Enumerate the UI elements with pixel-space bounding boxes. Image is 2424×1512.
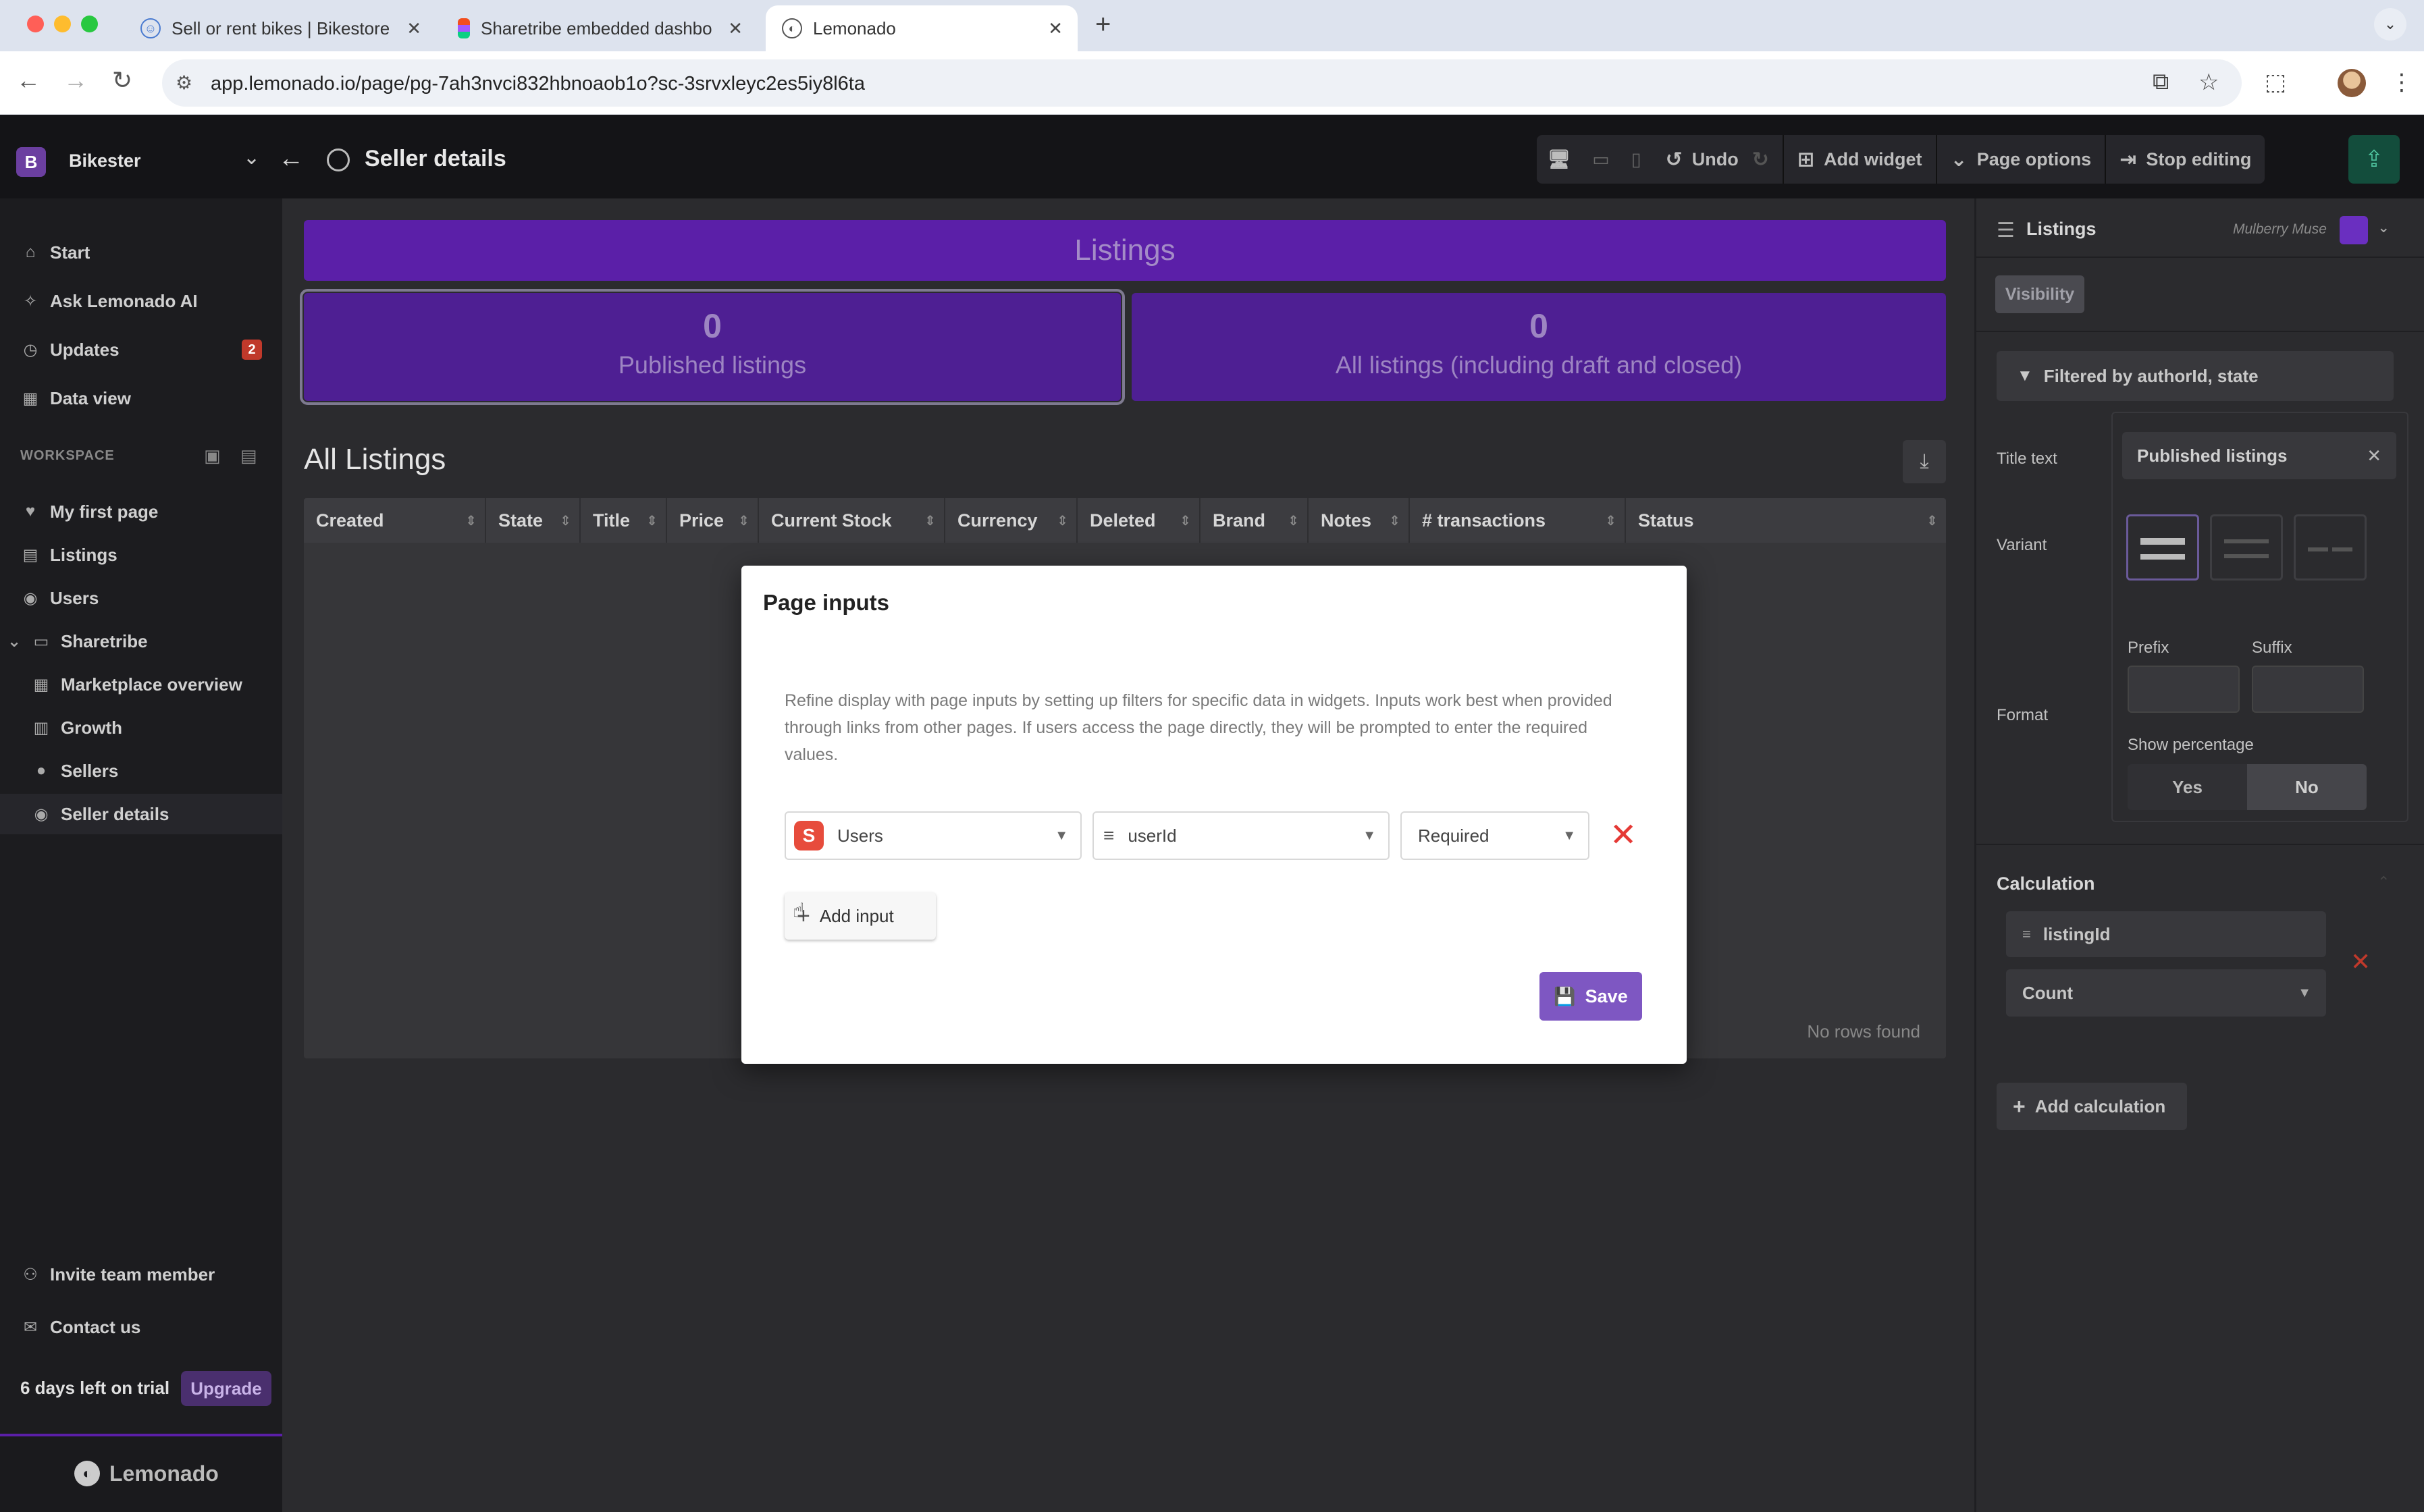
close-tab-icon[interactable]: ✕ <box>406 18 421 39</box>
tab-title: Sell or rent bikes | Bikestore <box>172 18 390 38</box>
profile-avatar[interactable] <box>2338 69 2366 97</box>
new-tab-button[interactable]: + <box>1095 9 1111 40</box>
window-close-control[interactable] <box>27 16 44 32</box>
input-field-value: userId <box>1128 825 1177 846</box>
browser-tab-sharetribe[interactable]: Sharetribe embedded dashbo ✕ <box>442 5 758 51</box>
modal-description: Refine display with page inputs by setti… <box>785 691 1612 764</box>
tab-search-chevron-icon[interactable]: ⌄ <box>2374 8 2406 40</box>
sharetribe-logo-icon: S <box>794 821 824 850</box>
tab-title: Sharetribe embedded dashbo <box>481 18 712 38</box>
dropdown-caret-icon: ▼ <box>1363 828 1376 843</box>
window-zoom-control[interactable] <box>81 16 98 32</box>
save-disk-icon: 💾 <box>1554 986 1576 1006</box>
bookmark-star-icon[interactable]: ☆ <box>2198 69 2219 96</box>
input-field-select[interactable]: ≡ userId ▼ <box>1092 811 1390 860</box>
page-inputs-modal: Page inputs Refine display with page inp… <box>741 566 1687 1064</box>
reload-icon[interactable]: ↻ <box>112 66 132 94</box>
url-field[interactable]: ⚙ app.lemonado.io/page/pg-7ah3nvci832hbn… <box>162 59 2242 107</box>
site-settings-icon[interactable]: ⚙ <box>176 72 192 94</box>
window-minimize-control[interactable] <box>54 16 71 32</box>
dropdown-caret-icon: ▼ <box>1055 828 1068 843</box>
input-requirement-select[interactable]: Required ▼ <box>1400 811 1589 860</box>
dropdown-caret-icon: ▼ <box>1562 828 1576 843</box>
forward-arrow-icon[interactable]: → <box>63 66 88 94</box>
figma-favicon-icon <box>458 18 470 38</box>
input-requirement-value: Required <box>1418 825 1490 846</box>
browser-address-bar: ← → ↻ ⚙ app.lemonado.io/page/pg-7ah3nvci… <box>0 51 2424 115</box>
text-field-icon: ≡ <box>1103 825 1115 846</box>
save-button[interactable]: 💾 Save <box>1539 972 1642 1021</box>
tab-title: Lemonado <box>813 18 896 38</box>
close-tab-icon[interactable]: ✕ <box>728 18 743 39</box>
extensions-puzzle-icon[interactable]: ⬚ <box>2265 69 2286 96</box>
browser-tab-bar: ☺ Sell or rent bikes | Bikestore ✕ Share… <box>0 0 2424 51</box>
mouse-cursor-icon: ☝ <box>793 900 806 922</box>
save-label: Save <box>1585 986 1628 1006</box>
modal-title: Page inputs <box>763 590 890 615</box>
add-input-button[interactable]: + Add input <box>785 892 936 940</box>
install-app-icon[interactable]: ⧉ <box>2153 69 2169 95</box>
back-arrow-icon[interactable]: ← <box>16 66 41 94</box>
input-source-select[interactable]: S Users ▼ <box>785 811 1082 860</box>
close-tab-icon[interactable]: ✕ <box>1048 18 1063 39</box>
lemonado-favicon-icon: ◐ <box>782 18 802 38</box>
remove-input-icon[interactable]: ✕ <box>1610 817 1637 855</box>
browser-tab-lemonado[interactable]: ◐ Lemonado ✕ <box>766 5 1078 51</box>
browser-tab-bikestore[interactable]: ☺ Sell or rent bikes | Bikestore ✕ <box>124 5 436 51</box>
url-text: app.lemonado.io/page/pg-7ah3nvci832hbnoa… <box>211 73 865 94</box>
browser-menu-icon[interactable]: ⋮ <box>2390 69 2413 96</box>
bikestore-favicon-icon: ☺ <box>140 18 161 38</box>
add-input-label: Add input <box>819 905 894 926</box>
input-source-value: Users <box>837 825 883 846</box>
